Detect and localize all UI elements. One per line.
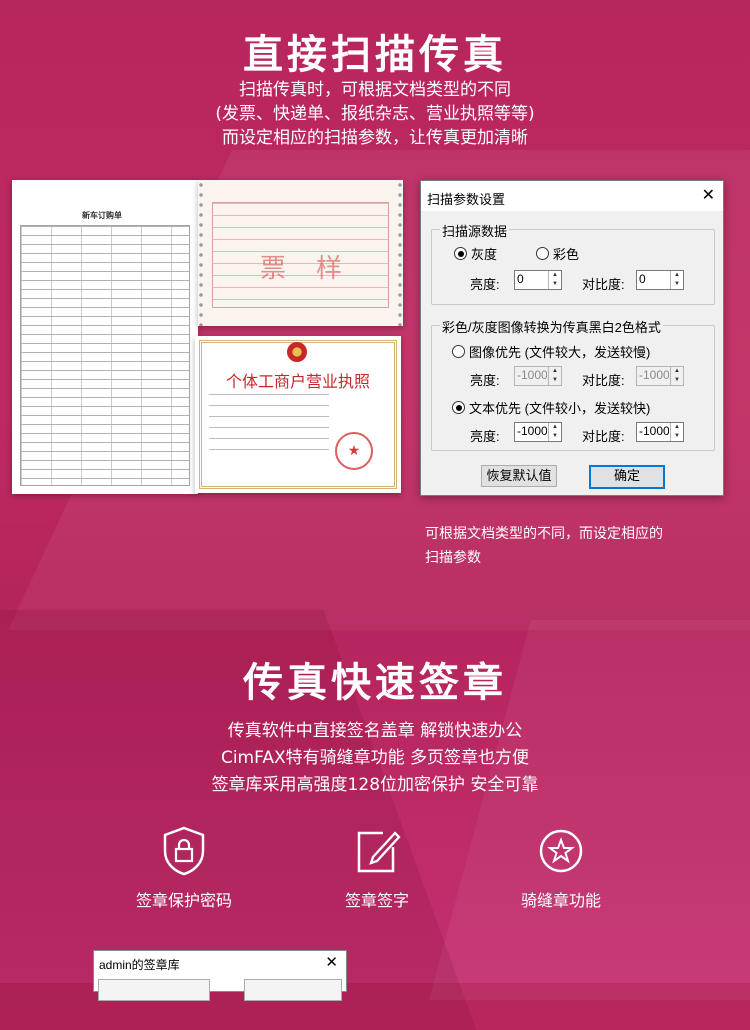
radio-selected-icon — [452, 401, 465, 414]
library-panel — [244, 979, 342, 1001]
invoice-document: 票 样 — [198, 180, 403, 326]
dialog-caption: 可根据文档类型的不同，而设定相应的 扫描参数 — [425, 522, 725, 570]
contrast-label: 对比度: — [582, 429, 625, 444]
license-title: 个体工商户营业执照 — [225, 372, 370, 391]
star-circle-icon — [539, 829, 583, 873]
car-order-document: 新车订购单 — [12, 180, 198, 494]
image-contrast-stepper: -1000 ▲ ▼ — [636, 366, 684, 386]
stepper-value: 0 — [517, 272, 524, 286]
close-icon[interactable]: ✕ — [702, 185, 715, 205]
brightness-stepper[interactable]: 0 ▲ ▼ — [514, 270, 562, 290]
spin-arrows-icon: ▲ ▼ — [670, 367, 683, 385]
dialog-titlebar: 扫描参数设置 ✕ — [421, 181, 723, 211]
brightness-label: 亮度: — [470, 373, 500, 388]
brightness-label: 亮度: — [470, 277, 500, 292]
feature-seal-password: 签章保护密码 — [104, 825, 264, 911]
stepper-value: -1000 — [517, 424, 547, 438]
feature-label: 签章签字 — [344, 891, 409, 910]
text-brightness-stepper[interactable]: -1000 ▲ ▼ — [514, 422, 562, 442]
reset-default-button[interactable]: 恢复默认值 — [481, 465, 557, 487]
stepper-value: 0 — [639, 272, 646, 286]
spin-arrows-icon: ▲ ▼ — [548, 367, 561, 385]
order-title: 新车订购单 — [82, 211, 122, 220]
national-emblem-icon — [287, 342, 307, 362]
feature-label: 骑缝章功能 — [520, 891, 601, 910]
business-license-document: 个体工商户营业执照 ★ — [195, 336, 401, 493]
invoice-holes — [198, 180, 204, 326]
subtitle-line: (发票、快递单、报纸杂志、营业执照等等) — [215, 104, 535, 124]
contrast-label: 对比度: — [582, 277, 625, 292]
feature-label: 签章保护密码 — [135, 891, 232, 910]
spin-arrows-icon[interactable]: ▲ ▼ — [670, 271, 683, 289]
radio-unselected-icon — [452, 345, 465, 358]
subtitle-line: 传真软件中直接签名盖章 解锁快速办公 — [227, 721, 523, 741]
text-priority-radio[interactable]: 文本优先 (文件较小，发送较快) — [452, 398, 650, 417]
radio-label: 图像优先 (文件较大，发送较慢) — [469, 345, 651, 360]
section-subtitle-signature: 传真软件中直接签名盖章 解锁快速办公 CimFAX特有骑缝章功能 多页签章也方便… — [0, 718, 750, 799]
subtitle-line: 扫描传真时，可根据文档类型的不同 — [239, 80, 511, 100]
caption-line: 可根据文档类型的不同，而设定相应的 — [425, 526, 663, 542]
gray-radio[interactable]: 灰度 — [454, 244, 497, 263]
spin-arrows-icon[interactable]: ▲ ▼ — [548, 423, 561, 441]
scan-source-group: 扫描源数据 灰度 彩色 亮度: 0 ▲ ▼ 对比度: 0 ▲ ▼ — [431, 221, 715, 305]
invoice-holes — [397, 180, 403, 326]
subtitle-line: 而设定相应的扫描参数，让传真更加清晰 — [222, 128, 528, 148]
image-priority-radio[interactable]: 图像优先 (文件较大，发送较慢) — [452, 342, 650, 361]
close-icon[interactable]: ✕ — [325, 953, 338, 971]
stepper-value: -1000 — [517, 368, 547, 382]
section-title-signature: 传真快速签章 — [243, 660, 507, 706]
window-title: admin的签章库 — [99, 958, 180, 972]
image-brightness-stepper: -1000 ▲ ▼ — [514, 366, 562, 386]
radio-label: 彩色 — [553, 247, 580, 262]
radio-unselected-icon — [536, 247, 549, 260]
feature-signature: 签章签字 — [297, 825, 457, 911]
scan-settings-dialog: 扫描参数设置 ✕ 扫描源数据 灰度 彩色 亮度: 0 ▲ ▼ 对比度: 0 ▲ ▼ … — [420, 180, 724, 496]
invoice-stamp: 样 — [316, 254, 343, 284]
subtitle-line: CimFAX特有骑缝章功能 多页签章也方便 — [220, 748, 530, 768]
brightness-label: 亮度: — [470, 429, 500, 444]
official-seal-icon: ★ — [335, 432, 373, 470]
library-panel — [98, 979, 210, 1001]
invoice-frame — [212, 202, 389, 308]
shield-lock-icon — [163, 826, 205, 876]
stepper-value: -1000 — [639, 424, 669, 438]
contrast-stepper[interactable]: 0 ▲ ▼ — [636, 270, 684, 290]
pen-edit-icon — [357, 831, 401, 873]
ok-button[interactable]: 确定 — [589, 465, 665, 489]
seal-library-window: admin的签章库 ✕ — [93, 950, 347, 1001]
spin-arrows-icon[interactable]: ▲ ▼ — [548, 271, 561, 289]
order-form-grid — [20, 225, 190, 486]
group-label: 彩色/灰度图像转换为传真黑白2色格式 — [440, 317, 663, 336]
contrast-label: 对比度: — [582, 373, 625, 388]
license-text-lines — [209, 394, 329, 458]
color-radio[interactable]: 彩色 — [536, 244, 579, 263]
dialog-title: 扫描参数设置 — [427, 192, 506, 207]
spin-arrows-icon[interactable]: ▲ ▼ — [670, 423, 683, 441]
invoice-stamp: 票 — [260, 254, 287, 284]
section-title-scan: 直接扫描传真 — [243, 32, 507, 78]
radio-label: 文本优先 (文件较小，发送较快) — [469, 401, 651, 416]
stepper-value: -1000 — [639, 368, 669, 382]
radio-label: 灰度 — [471, 247, 498, 262]
text-contrast-stepper[interactable]: -1000 ▲ ▼ — [636, 422, 684, 442]
radio-selected-icon — [454, 247, 467, 260]
section-subtitle-scan: 扫描传真时，可根据文档类型的不同 (发票、快递单、报纸杂志、营业执照等等) 而设… — [0, 78, 750, 150]
group-label: 扫描源数据 — [440, 221, 510, 240]
feature-cross-page-seal: 骑缝章功能 — [481, 825, 641, 911]
subtitle-line: 签章库采用高强度128位加密保护 安全可靠 — [211, 775, 539, 795]
fax-conversion-group: 彩色/灰度图像转换为传真黑白2色格式 图像优先 (文件较大，发送较慢) 亮度: … — [431, 317, 715, 451]
caption-line: 扫描参数 — [425, 550, 481, 566]
